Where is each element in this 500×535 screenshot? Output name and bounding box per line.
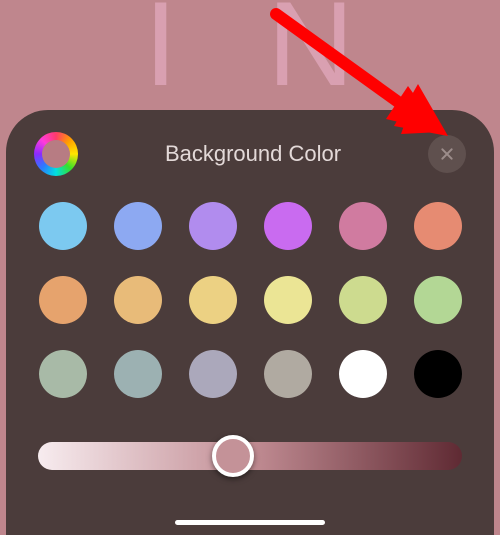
slider-thumb[interactable] (212, 435, 254, 477)
color-swatch[interactable] (189, 276, 237, 324)
color-picker-panel: Background Color (6, 110, 494, 535)
panel-title: Background Color (78, 141, 428, 167)
close-button[interactable] (428, 135, 466, 173)
color-swatch[interactable] (39, 276, 87, 324)
color-swatch[interactable] (339, 350, 387, 398)
shade-slider[interactable] (38, 440, 462, 472)
color-swatch[interactable] (339, 202, 387, 250)
close-icon (439, 146, 455, 162)
color-swatch[interactable] (39, 350, 87, 398)
color-swatch[interactable] (114, 350, 162, 398)
color-swatch[interactable] (264, 202, 312, 250)
color-swatch[interactable] (414, 276, 462, 324)
color-swatch[interactable] (339, 276, 387, 324)
bg-letter: I (144, 0, 179, 104)
panel-header: Background Color (34, 132, 466, 176)
color-swatch[interactable] (414, 202, 462, 250)
swatch-grid (34, 202, 466, 398)
color-swatch[interactable] (189, 350, 237, 398)
spectrum-button[interactable] (34, 132, 78, 176)
background-monogram: I N (0, 0, 500, 104)
color-swatch[interactable] (114, 202, 162, 250)
color-swatch[interactable] (114, 276, 162, 324)
bg-letter: N (267, 0, 356, 104)
color-swatch[interactable] (39, 202, 87, 250)
color-swatch[interactable] (264, 350, 312, 398)
spectrum-preview (42, 140, 70, 168)
home-indicator (175, 520, 325, 525)
color-swatch[interactable] (264, 276, 312, 324)
color-swatch[interactable] (189, 202, 237, 250)
color-swatch[interactable] (414, 350, 462, 398)
